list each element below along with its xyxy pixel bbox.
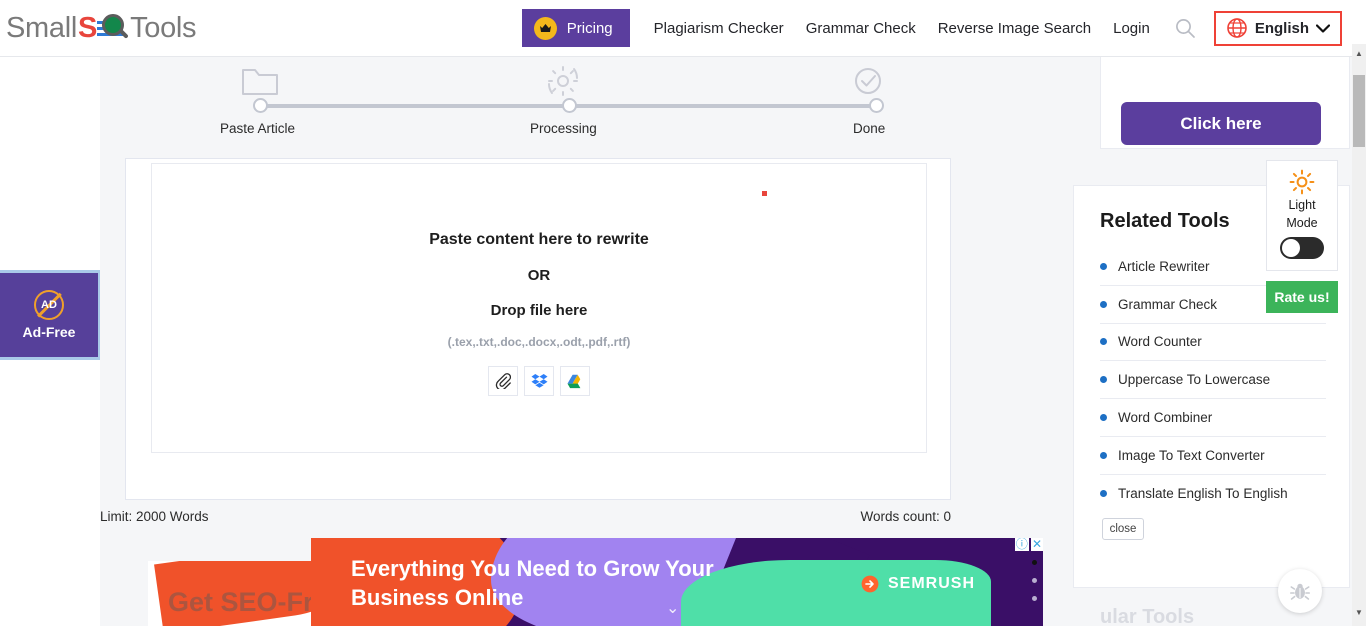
stepper-knob-3[interactable] [869, 98, 884, 113]
search-icon[interactable] [1172, 15, 1198, 41]
rate-us-button[interactable]: Rate us! [1266, 281, 1338, 313]
editor-meta-row: Limit: 2000 Words Words count: 0 [100, 509, 951, 524]
bug-report-icon[interactable] [1278, 569, 1322, 613]
supported-extensions: (.tex,.txt,.doc,.docx,.odt,.pdf,.rtf) [447, 335, 631, 349]
semrush-ad-controls[interactable]: ⓘ ✕ [1014, 538, 1043, 551]
related-tool-word-combiner[interactable]: Word Combiner [1100, 399, 1326, 437]
scrollbar-thumb[interactable] [1353, 75, 1365, 147]
words-count-text: Words count: 0 [860, 509, 951, 524]
pricing-button[interactable]: Pricing [521, 9, 630, 47]
promo-click-here-button[interactable]: Click here [1121, 102, 1321, 145]
word-limit-text: Limit: 2000 Words [100, 509, 209, 524]
language-label: English [1254, 19, 1309, 37]
stepper-label-done: Done [853, 121, 886, 136]
ad-free-label: Ad-Free [22, 324, 76, 340]
bullet-icon [1100, 376, 1107, 384]
popular-tools-heading: ular Tools [1100, 606, 1195, 626]
pricing-label: Pricing [566, 19, 613, 37]
semrush-carousel-dots[interactable] [1032, 560, 1037, 601]
progress-stepper: Paste Article Processing Done [153, 57, 885, 149]
browser-viewport: Small S Tools Pricing Plagiarism Checker G… [0, 0, 1366, 626]
semrush-mark-icon [861, 575, 879, 593]
theme-mode-toggle[interactable] [1280, 237, 1324, 259]
related-tools-title: Related Tools [1100, 210, 1230, 232]
theme-mode-label-line1: Light [1288, 198, 1316, 212]
semrush-brand-label: SEMRUSH [888, 575, 976, 592]
related-tool-translate-english-to-english[interactable]: Translate English To English [1100, 475, 1326, 513]
nav-link-reverse-image-search[interactable]: Reverse Image Search [938, 20, 1091, 37]
theme-mode-widget[interactable]: Light Mode [1266, 160, 1338, 271]
logo-text: Small S Tools [6, 11, 197, 45]
related-tool-uppercase-to-lowercase[interactable]: Uppercase To Lowercase [1100, 361, 1326, 400]
gear-refresh-icon [541, 61, 585, 105]
main-column: Paste Article Processing Done Paste cont… [100, 57, 951, 626]
carousel-dot-3 [1032, 596, 1037, 601]
nav-link-grammar-check[interactable]: Grammar Check [806, 20, 916, 37]
bullet-icon [1100, 414, 1107, 422]
paste-prompt-drop: Drop file here [490, 302, 588, 319]
related-tool-label: Grammar Check [1118, 296, 1218, 312]
semrush-expand-icon[interactable]: ⌄ [666, 598, 679, 618]
related-tool-label: Uppercase To Lowercase [1118, 372, 1271, 388]
bullet-icon [1100, 338, 1107, 346]
nav-link-plagiarism-checker[interactable]: Plagiarism Checker [654, 20, 784, 37]
page-scrollbar[interactable]: ▲ ▼ [1352, 0, 1366, 626]
language-selector[interactable]: English [1213, 10, 1342, 46]
ad-free-badge[interactable]: AD Ad-Free [0, 270, 101, 360]
theme-mode-label-line2: Mode [1286, 216, 1318, 230]
stepper-knob-1[interactable] [253, 98, 268, 113]
bullet-icon [1100, 262, 1107, 270]
related-tool-label: Image To Text Converter [1118, 447, 1265, 463]
site-logo[interactable]: Small S Tools [6, 0, 197, 57]
scrollbar-down-arrow[interactable]: ▼ [1352, 604, 1366, 620]
bullet-icon [1100, 300, 1107, 308]
cursor-marker-dot [762, 191, 767, 196]
site-header: Small S Tools Pricing Plagiarism Checker G… [0, 0, 1352, 57]
bullet-icon [1100, 451, 1107, 459]
no-ads-icon: AD [34, 290, 64, 320]
nav-link-login[interactable]: Login [1113, 20, 1150, 37]
related-tool-image-to-text-converter[interactable]: Image To Text Converter [1100, 437, 1326, 475]
chevron-down-icon [1315, 21, 1331, 35]
close-button[interactable]: close [1102, 518, 1144, 540]
semrush-ad-title: Everything You Need to Grow Your Busines… [351, 556, 714, 610]
logo-letter-s: S [78, 11, 98, 44]
scrollbar-up-arrow[interactable]: ▲ [1352, 45, 1366, 61]
semrush-advertisement[interactable]: Everything You Need to Grow Your Busines… [311, 538, 1043, 626]
upload-source-buttons [488, 366, 590, 396]
attach-file-icon[interactable] [488, 366, 518, 396]
ad-free-badge-inner: AD Ad-Free [0, 273, 98, 357]
crown-icon [533, 16, 557, 40]
dropbox-icon[interactable] [524, 366, 554, 396]
stepper-label-paste-article: Paste Article [220, 121, 296, 136]
google-drive-icon[interactable] [560, 366, 590, 396]
carousel-dot-2 [1032, 578, 1037, 583]
ad-free-ad-text: AD [41, 299, 57, 311]
globe-icon [1226, 17, 1248, 39]
paste-prompt-primary: Paste content here to rewrite [429, 231, 649, 248]
carousel-dot-1 [1032, 560, 1037, 565]
related-tool-label: Word Counter [1118, 334, 1202, 350]
paste-prompt-or: OR [527, 267, 551, 284]
check-circle-icon [846, 61, 890, 105]
stepper-knob-2[interactable] [562, 98, 577, 113]
related-tool-label: Word Combiner [1118, 410, 1213, 426]
related-tool-label: Article Rewriter [1118, 258, 1210, 274]
semrush-logo: SEMRUSH [860, 574, 975, 594]
related-tool-word-counter[interactable]: Word Counter [1100, 324, 1326, 362]
logo-magnifier-icon [102, 14, 130, 42]
main-navigation: Pricing Plagiarism Checker Grammar Check… [521, 9, 1352, 47]
related-tool-label: Translate English To English [1118, 486, 1288, 502]
logo-text-tools: Tools [130, 11, 197, 44]
paste-content-dropzone[interactable]: Paste content here to rewrite OR Drop fi… [151, 163, 927, 453]
semrush-ad-close-icon[interactable]: ✕ [1030, 538, 1043, 551]
stepper-label-processing: Processing [530, 121, 597, 136]
semrush-ad-info-icon[interactable]: ⓘ [1014, 538, 1029, 551]
editor-card: Paste content here to rewrite OR Drop fi… [125, 158, 951, 500]
sun-icon [1289, 169, 1315, 195]
logo-text-small: Small [6, 11, 78, 44]
bullet-icon [1100, 490, 1107, 498]
